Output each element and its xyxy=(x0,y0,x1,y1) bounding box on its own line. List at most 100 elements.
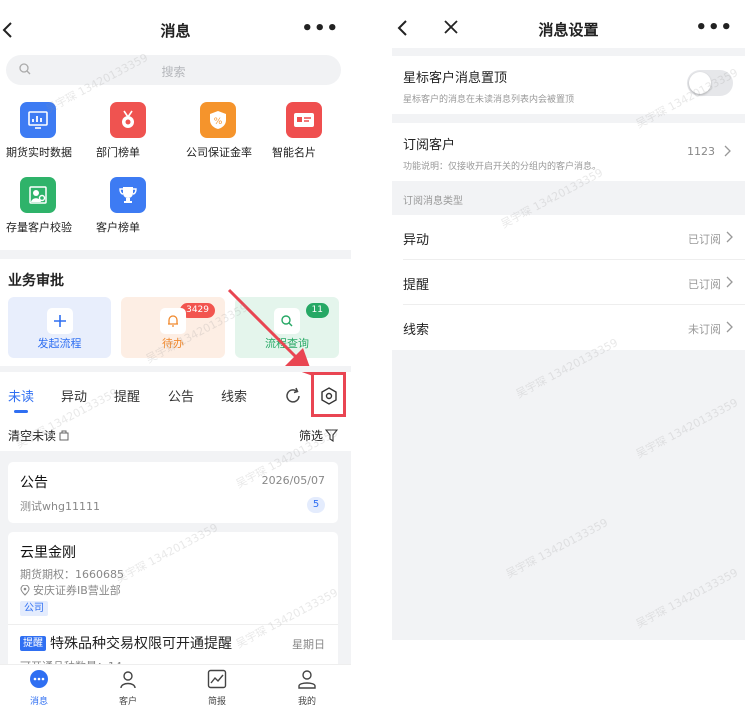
location-icon xyxy=(20,584,30,596)
eraser-icon xyxy=(59,430,69,440)
settings-nav: 消息设置 ••• xyxy=(392,0,745,48)
filter-button[interactable]: 筛选 xyxy=(299,427,339,444)
pin-description: 星标客户的消息在未读消息列表内会被置顶 xyxy=(403,95,575,105)
type-label: 提醒 xyxy=(403,278,430,293)
settings-icon[interactable] xyxy=(320,387,338,405)
type-status: 已订阅 xyxy=(688,278,721,291)
subscribe-customers[interactable]: 订阅客户 功能说明：仅接收开启开关的分组内的客户消息。 1123 xyxy=(392,123,745,181)
chevron-right-icon xyxy=(724,145,731,157)
type-label: 线索 xyxy=(403,323,430,338)
type-label: 异动 xyxy=(403,233,430,248)
bell-icon xyxy=(160,308,186,334)
start-process-card[interactable]: 发起流程 xyxy=(8,297,111,358)
message-subtitle: 测试whg11111 xyxy=(20,500,100,513)
message-line: 期货期权：1660685 xyxy=(20,568,124,581)
pin-setting: 星标客户消息置顶 星标客户的消息在未读消息列表内会被置顶 xyxy=(392,56,745,114)
medal-icon xyxy=(110,102,146,138)
type-section-header: 订阅消息类型 xyxy=(403,196,463,207)
search-placeholder: 搜索 xyxy=(161,65,186,79)
chart-board-icon xyxy=(20,102,56,138)
settings-button-highlight[interactable] xyxy=(311,372,346,417)
bottom-tabbar: 消息 客户 简报 我的 xyxy=(0,664,351,706)
tabbar-label: 我的 xyxy=(297,697,316,706)
person-icon xyxy=(120,671,136,689)
more-icon[interactable]: ••• xyxy=(301,18,339,39)
section-divider xyxy=(0,250,351,259)
toggle-knob xyxy=(689,72,711,94)
app-label: 智能名片 xyxy=(272,146,316,159)
message-tabs: 未读 异动 提醒 公告 线索 xyxy=(0,378,351,414)
app-label: 客户榜单 xyxy=(96,221,140,234)
message-card-announcement[interactable]: 公告 2026/05/07 测试whg11111 5 xyxy=(8,462,338,523)
app-customer-check[interactable]: 存量客户校验 xyxy=(6,177,86,235)
tabbar-customers[interactable]: 客户 xyxy=(98,669,158,706)
app-dept-ranking[interactable]: 部门榜单 xyxy=(96,102,176,160)
app-smart-card[interactable]: 智能名片 xyxy=(272,102,351,160)
filter-bar: 清空未读 筛选 xyxy=(0,425,351,447)
type-item-changes[interactable]: 异动 已订阅 xyxy=(392,215,745,260)
tab-reminders[interactable]: 提醒 xyxy=(114,386,140,405)
unread-count-badge: 5 xyxy=(307,497,325,513)
chevron-right-icon xyxy=(726,231,733,243)
tab-indicator xyxy=(14,410,28,413)
pin-label: 星标客户消息置顶 xyxy=(403,71,508,86)
app-customer-ranking[interactable]: 客户榜单 xyxy=(96,177,176,235)
subscribe-description: 功能说明：仅接收开启开关的分组内的客户消息。 xyxy=(403,162,602,172)
tab-changes[interactable]: 异动 xyxy=(61,386,87,405)
user-check-icon xyxy=(20,177,56,213)
message-date: 2026/05/07 xyxy=(261,474,325,487)
card-label: 待办 xyxy=(162,337,184,350)
app-label: 部门榜单 xyxy=(96,146,140,159)
tabbar-me[interactable]: 我的 xyxy=(277,669,337,706)
message-title: 公告 xyxy=(20,475,48,491)
more-icon[interactable]: ••• xyxy=(695,17,733,38)
trophy-icon xyxy=(110,177,146,213)
message-card-customer[interactable]: 云里金刚 期货期权：1660685 安庆证券IB营业部 公司 提醒 特殊品种交易… xyxy=(8,532,338,673)
tabbar-label: 简报 xyxy=(207,697,226,706)
search-bar[interactable]: 搜索 xyxy=(6,55,341,85)
messages-screen: 消息 ••• 搜索 期货实时数据 部门榜单 % 公司保证金率 智能名片 存量客户… xyxy=(0,0,351,706)
trend-chart-icon xyxy=(207,669,227,689)
message-title: 云里金刚 xyxy=(20,545,76,561)
tabbar-label: 消息 xyxy=(29,697,48,706)
tabbar-briefing[interactable]: 简报 xyxy=(187,669,247,706)
top-nav: 消息 ••• xyxy=(0,0,351,58)
tab-unread[interactable]: 未读 xyxy=(8,386,34,405)
tabbar-messages[interactable]: 消息 xyxy=(9,669,69,706)
message-list: 公告 2026/05/07 测试whg11111 5 云里金刚 期货期权：166… xyxy=(0,451,351,673)
branch-row: 安庆证券IB营业部 xyxy=(20,582,121,598)
reminder-title: 特殊品种交易权限可开通提醒 xyxy=(50,636,232,652)
card-separator xyxy=(8,624,338,625)
approval-title: 业务审批 xyxy=(8,273,64,289)
profile-icon xyxy=(298,670,316,689)
app-label: 期货实时数据 xyxy=(6,146,72,159)
subscribe-label: 订阅客户 xyxy=(403,138,456,153)
type-item-leads[interactable]: 线索 未订阅 xyxy=(392,305,745,350)
clear-unread-label: 清空未读 xyxy=(8,429,57,443)
chevron-right-icon xyxy=(726,321,733,333)
reminder-tag: 提醒 xyxy=(20,636,46,651)
page-title: 消息 xyxy=(160,22,191,40)
app-futures-data[interactable]: 期货实时数据 xyxy=(6,102,86,160)
svg-text:%: % xyxy=(214,117,223,127)
app-label: 存量客户校验 xyxy=(6,221,72,234)
refresh-icon[interactable] xyxy=(284,387,302,405)
section-divider xyxy=(0,366,351,372)
tab-announcements[interactable]: 公告 xyxy=(168,386,194,405)
pin-toggle[interactable] xyxy=(687,70,733,96)
tabbar-label: 客户 xyxy=(118,697,137,706)
filter-icon xyxy=(325,429,339,442)
clear-unread-button[interactable]: 清空未读 xyxy=(8,427,70,444)
chat-icon xyxy=(30,670,48,688)
branch-name: 安庆证券IB营业部 xyxy=(33,584,121,597)
tab-leads[interactable]: 线索 xyxy=(221,386,247,405)
filter-label: 筛选 xyxy=(299,429,324,443)
todo-card[interactable]: 3429 待办 xyxy=(121,297,225,358)
app-margin-rate[interactable]: % 公司保证金率 xyxy=(186,102,266,160)
page-title: 消息设置 xyxy=(538,21,599,39)
type-status: 未订阅 xyxy=(688,323,721,336)
plus-icon xyxy=(46,308,73,334)
reminder-date: 星期日 xyxy=(292,638,325,651)
type-item-reminders[interactable]: 提醒 已订阅 xyxy=(392,260,745,305)
app-label: 公司保证金率 xyxy=(186,146,252,159)
